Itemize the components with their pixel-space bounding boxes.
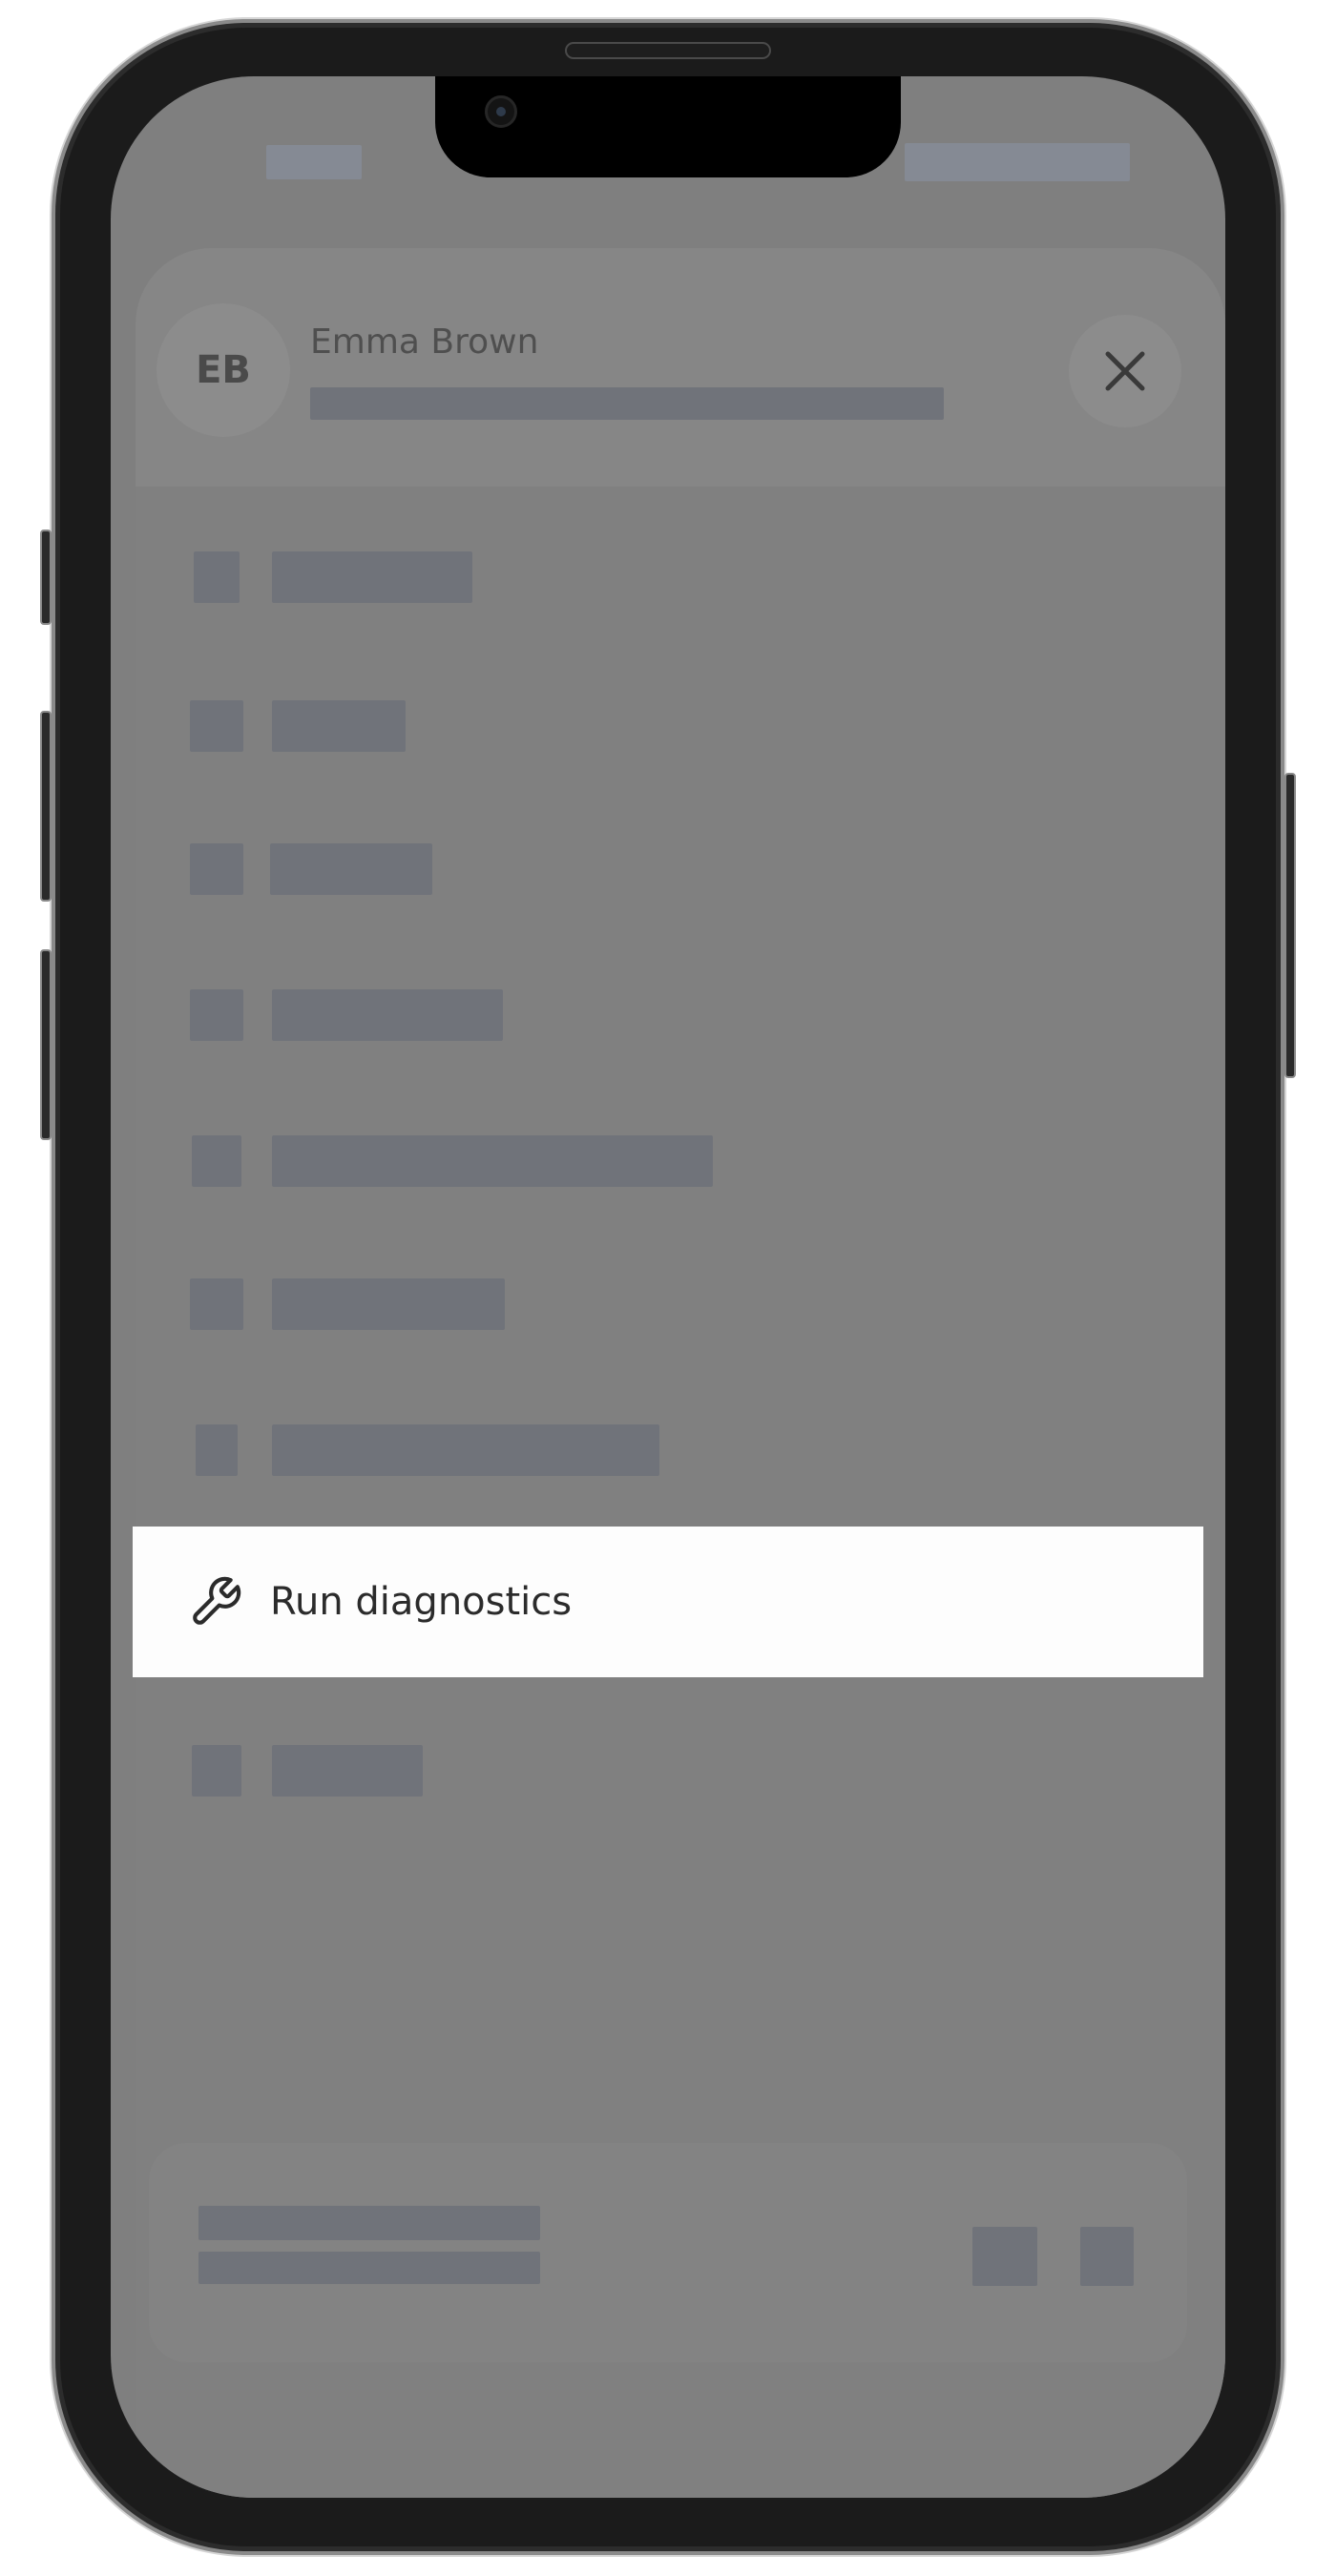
close-icon bbox=[1105, 351, 1145, 391]
menu-item-icon-placeholder bbox=[196, 1424, 238, 1476]
footer-button-placeholder bbox=[972, 2227, 1037, 2286]
menu-item-icon-placeholder bbox=[190, 843, 243, 895]
menu-item-label: Run diagnostics bbox=[270, 1580, 573, 1624]
volume-down-button bbox=[40, 949, 52, 1140]
status-bar-time-placeholder bbox=[266, 145, 362, 179]
avatar-initials: EB bbox=[196, 348, 251, 392]
avatar: EB bbox=[157, 303, 290, 437]
close-button[interactable] bbox=[1069, 315, 1181, 427]
earpiece-speaker bbox=[565, 42, 771, 59]
menu-item-label-placeholder bbox=[272, 551, 472, 603]
menu-item-label-placeholder bbox=[272, 1278, 505, 1330]
menu-item-icon-placeholder bbox=[192, 1135, 241, 1187]
user-subtitle-placeholder bbox=[310, 387, 944, 420]
menu-item-label-placeholder bbox=[272, 700, 406, 752]
menu-item-run-diagnostics[interactable]: Run diagnostics bbox=[133, 1527, 1203, 1677]
footer-title-placeholder bbox=[198, 2206, 540, 2240]
menu-item-icon-placeholder bbox=[190, 700, 243, 752]
menu-item-icon-placeholder bbox=[190, 1278, 243, 1330]
footer-subtitle-placeholder bbox=[198, 2252, 540, 2284]
power-button bbox=[1284, 773, 1296, 1078]
account-sheet-header bbox=[136, 248, 1225, 487]
menu-item-label-placeholder bbox=[272, 1135, 713, 1187]
menu-item-icon-placeholder bbox=[190, 989, 243, 1041]
menu-item-label-placeholder bbox=[272, 989, 503, 1041]
menu-item-label-placeholder bbox=[272, 1424, 659, 1476]
menu-item-icon-placeholder bbox=[192, 1745, 241, 1797]
volume-up-button bbox=[40, 711, 52, 902]
silent-switch bbox=[40, 530, 52, 625]
user-name: Emma Brown bbox=[310, 322, 539, 362]
front-camera bbox=[485, 95, 517, 128]
status-bar-icons-placeholder bbox=[905, 143, 1130, 181]
wrench-icon bbox=[188, 1574, 243, 1630]
menu-item-label-placeholder bbox=[270, 843, 432, 895]
footer-button-placeholder bbox=[1080, 2227, 1134, 2286]
menu-item-label-placeholder bbox=[272, 1745, 423, 1797]
menu-item-icon-placeholder bbox=[194, 551, 240, 603]
screen: EB Emma Brown bbox=[111, 76, 1225, 2498]
